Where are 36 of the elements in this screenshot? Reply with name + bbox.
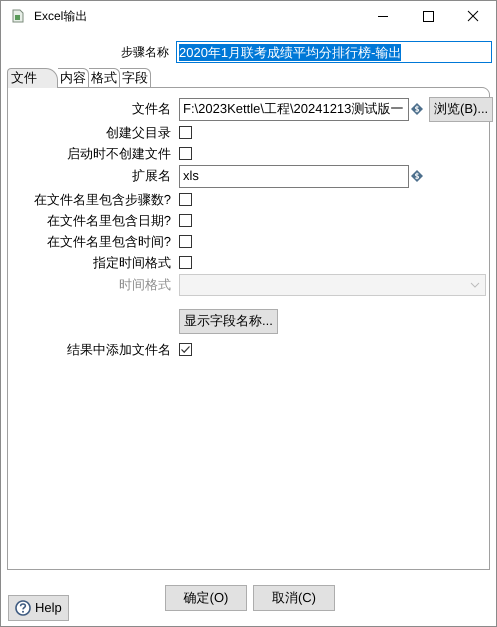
checkbox[interactable] — [179, 193, 192, 206]
field-label: 文件名 — [131, 100, 171, 118]
checkbox-label: 在文件名里包含步骤数? — [32, 190, 171, 209]
dialog-button[interactable]: 取消(C) — [253, 585, 335, 611]
checkbox[interactable] — [179, 126, 192, 139]
checkbox-label: 结果中添加文件名 — [66, 340, 171, 359]
step-name-field[interactable]: 2020年1月联考成绩平均分排行榜-输出 — [176, 41, 492, 63]
checkbox[interactable] — [179, 235, 192, 248]
tab[interactable]: 内容 — [58, 68, 89, 88]
variable-icon — [411, 103, 423, 115]
tab[interactable]: 字段 — [120, 68, 151, 88]
checkbox-label: 启动时不创建文件 — [66, 144, 171, 163]
checkbox[interactable] — [179, 214, 192, 227]
chevron-down-icon — [470, 282, 480, 288]
input-field[interactable]: xls — [179, 164, 409, 188]
help-button[interactable]: Help — [8, 595, 69, 621]
field-label: 扩展名 — [131, 167, 171, 186]
input-field[interactable]: F:\2023Kettle\工程\20241213测试版一 — [179, 98, 409, 120]
tab[interactable]: 文件 — [7, 68, 58, 88]
show-fields-button[interactable]: 显示字段名称... — [179, 308, 278, 334]
checkbox-label: 在文件名里包含时间? — [46, 232, 171, 251]
browse-button[interactable]: 浏览(B)... — [429, 96, 494, 122]
dropdown-label: 时间格式 — [118, 276, 171, 294]
checkbox-label: 在文件名里包含日期? — [46, 212, 171, 230]
checkbox-label: 指定时间格式 — [92, 254, 171, 272]
checkbox[interactable] — [179, 256, 192, 269]
step-name-label: 步骤名称 — [120, 44, 169, 61]
checkbox[interactable] — [179, 147, 192, 160]
window-title: Excel输出 — [34, 8, 88, 25]
dialog-button[interactable]: 确定(O) — [165, 585, 247, 611]
help-icon — [15, 600, 31, 616]
spreadsheet-icon — [12, 9, 24, 23]
variable-icon — [411, 170, 423, 182]
checkbox-label: 创建父目录 — [105, 124, 171, 142]
tab[interactable]: 格式 — [89, 68, 120, 88]
checkbox[interactable] — [179, 343, 192, 356]
